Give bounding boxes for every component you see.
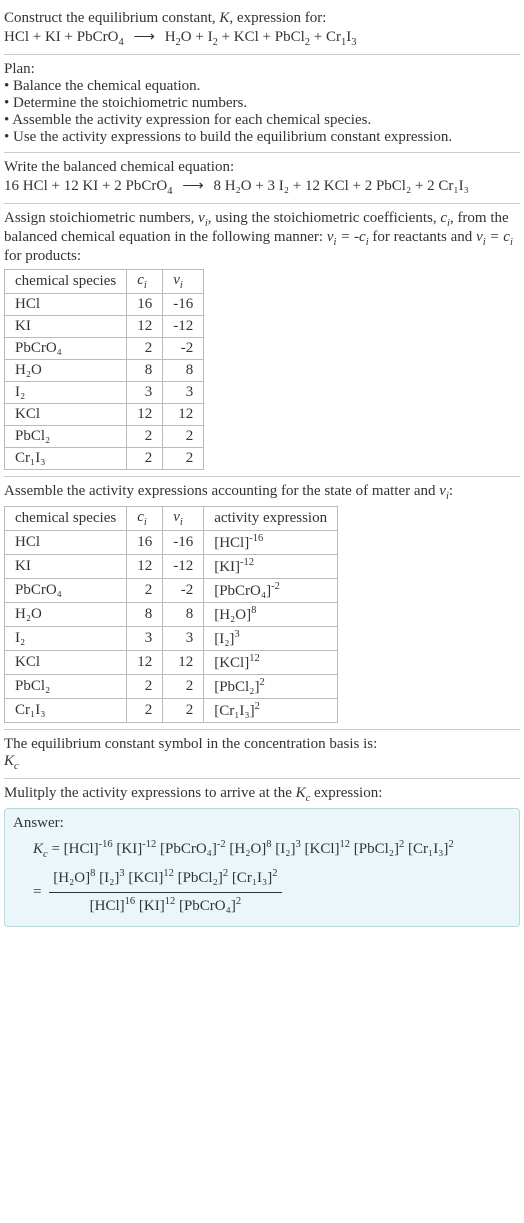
table-row: PbCl₂22 (5, 426, 204, 448)
kc-symbol: Kc (4, 753, 520, 772)
table-row: I₂33 (5, 382, 204, 404)
table-row: HCl16-16[HCl]-16 (5, 531, 338, 555)
symbol-text: The equilibrium constant symbol in the c… (4, 736, 520, 753)
plan-item: • Balance the chemical equation. (4, 78, 520, 95)
fraction: [H₂O]8 [I₂]3 [KCl]12 [PbCl₂]2 [Cr₁I₃]2 [… (49, 865, 281, 920)
assign-section: Assign stoichiometric numbers, νi, using… (4, 204, 520, 477)
balanced-lhs: 16 HCl + 12 KI + 2 PbCrO (4, 178, 167, 194)
stoich-table: chemical species ci νi HCl16-16 KI12-12 … (4, 269, 204, 470)
table-header-row: chemical species ci νi (5, 270, 204, 294)
table-row: H₂O88[H₂O]8 (5, 603, 338, 627)
fraction-numerator: [H₂O]8 [I₂]3 [KCl]12 [PbCl₂]2 [Cr₁I₃]2 (49, 865, 281, 893)
balanced-lhs-sub: 4 (167, 186, 172, 197)
eq-lhs-sub: 4 (118, 37, 123, 48)
activity-table: chemical species ci νi activity expressi… (4, 506, 338, 723)
answer-box: Answer: Kc = [HCl]-16 [KI]-12 [PbCrO₄]-2… (4, 808, 520, 927)
question-line1: Construct the equilibrium constant, K, e… (4, 10, 520, 27)
table-row: I₂33[I₂]3 (5, 627, 338, 651)
plan-item: • Determine the stoichiometric numbers. (4, 95, 520, 112)
answer-section: Mulitply the activity expressions to arr… (4, 779, 520, 933)
col-species: chemical species (5, 270, 127, 294)
plan-item: • Use the activity expressions to build … (4, 129, 520, 146)
col-ci: ci (127, 270, 163, 294)
question-text: Construct the equilibrium constant, (4, 10, 219, 26)
table-row: HCl16-16 (5, 294, 204, 316)
table-row: PbCl₂22[PbCl₂]2 (5, 675, 338, 699)
col-nui: νi (163, 507, 204, 531)
table-row: PbCrO₄2-2 (5, 338, 204, 360)
table-row: KI12-12[KI]-12 (5, 555, 338, 579)
assemble-section: Assemble the activity expressions accoun… (4, 477, 520, 730)
balanced-title: Write the balanced chemical equation: (4, 159, 520, 176)
reaction-arrow-icon: ⟶ (133, 29, 155, 45)
col-nui: νi (163, 270, 204, 294)
balanced-section: Write the balanced chemical equation: 16… (4, 153, 520, 204)
k-symbol: K (219, 10, 229, 26)
table-row: PbCrO₄2-2[PbCrO₄]-2 (5, 579, 338, 603)
question-text-post: , expression for: (229, 10, 326, 26)
multiply-text: Mulitply the activity expressions to arr… (4, 785, 520, 804)
table-row: Cr₁I₃22[Cr₁I₃]2 (5, 699, 338, 723)
unbalanced-equation: HCl + KI + PbCrO4 ⟶ H2O + I2 + KCl + PbC… (4, 27, 520, 48)
col-species: chemical species (5, 507, 127, 531)
table-row: Cr₁I₃22 (5, 448, 204, 470)
col-ci: ci (127, 507, 163, 531)
plan-title: Plan: (4, 61, 520, 78)
fraction-denominator: [HCl]16 [KI]12 [PbCrO₄]2 (49, 893, 281, 920)
answer-label: Answer: (13, 815, 511, 832)
reaction-arrow-icon: ⟶ (182, 178, 204, 194)
table-row: H₂O88 (5, 360, 204, 382)
balanced-rhs: 8 H₂O + 3 I₂ + 12 KCl + 2 PbCl₂ + 2 Cr₁I… (213, 178, 468, 194)
eq-rhs: H2O + I2 + KCl + PbCl2 + Cr1I3 (165, 29, 357, 45)
table-row: KCl1212 (5, 404, 204, 426)
assemble-text: Assemble the activity expressions accoun… (4, 483, 520, 502)
table-row: KCl1212[KCl]12 (5, 651, 338, 675)
kc-expression-line2: = [H₂O]8 [I₂]3 [KCl]12 [PbCl₂]2 [Cr₁I₃]2… (33, 865, 511, 920)
symbol-section: The equilibrium constant symbol in the c… (4, 730, 520, 779)
plan-section: Plan: • Balance the chemical equation. •… (4, 55, 520, 153)
assign-text: Assign stoichiometric numbers, νi, using… (4, 210, 520, 265)
eq-lhs: HCl + KI + PbCrO (4, 29, 118, 45)
plan-item: • Assemble the activity expression for e… (4, 112, 520, 129)
kc-expression-line1: Kc = [HCl]-16 [KI]-12 [PbCrO₄]-2 [H₂O]8 … (33, 836, 511, 865)
table-header-row: chemical species ci νi activity expressi… (5, 507, 338, 531)
table-row: KI12-12 (5, 316, 204, 338)
col-activity: activity expression (204, 507, 338, 531)
question-section: Construct the equilibrium constant, K, e… (4, 4, 520, 55)
balanced-equation: 16 HCl + 12 KI + 2 PbCrO4 ⟶ 8 H₂O + 3 I₂… (4, 176, 520, 197)
